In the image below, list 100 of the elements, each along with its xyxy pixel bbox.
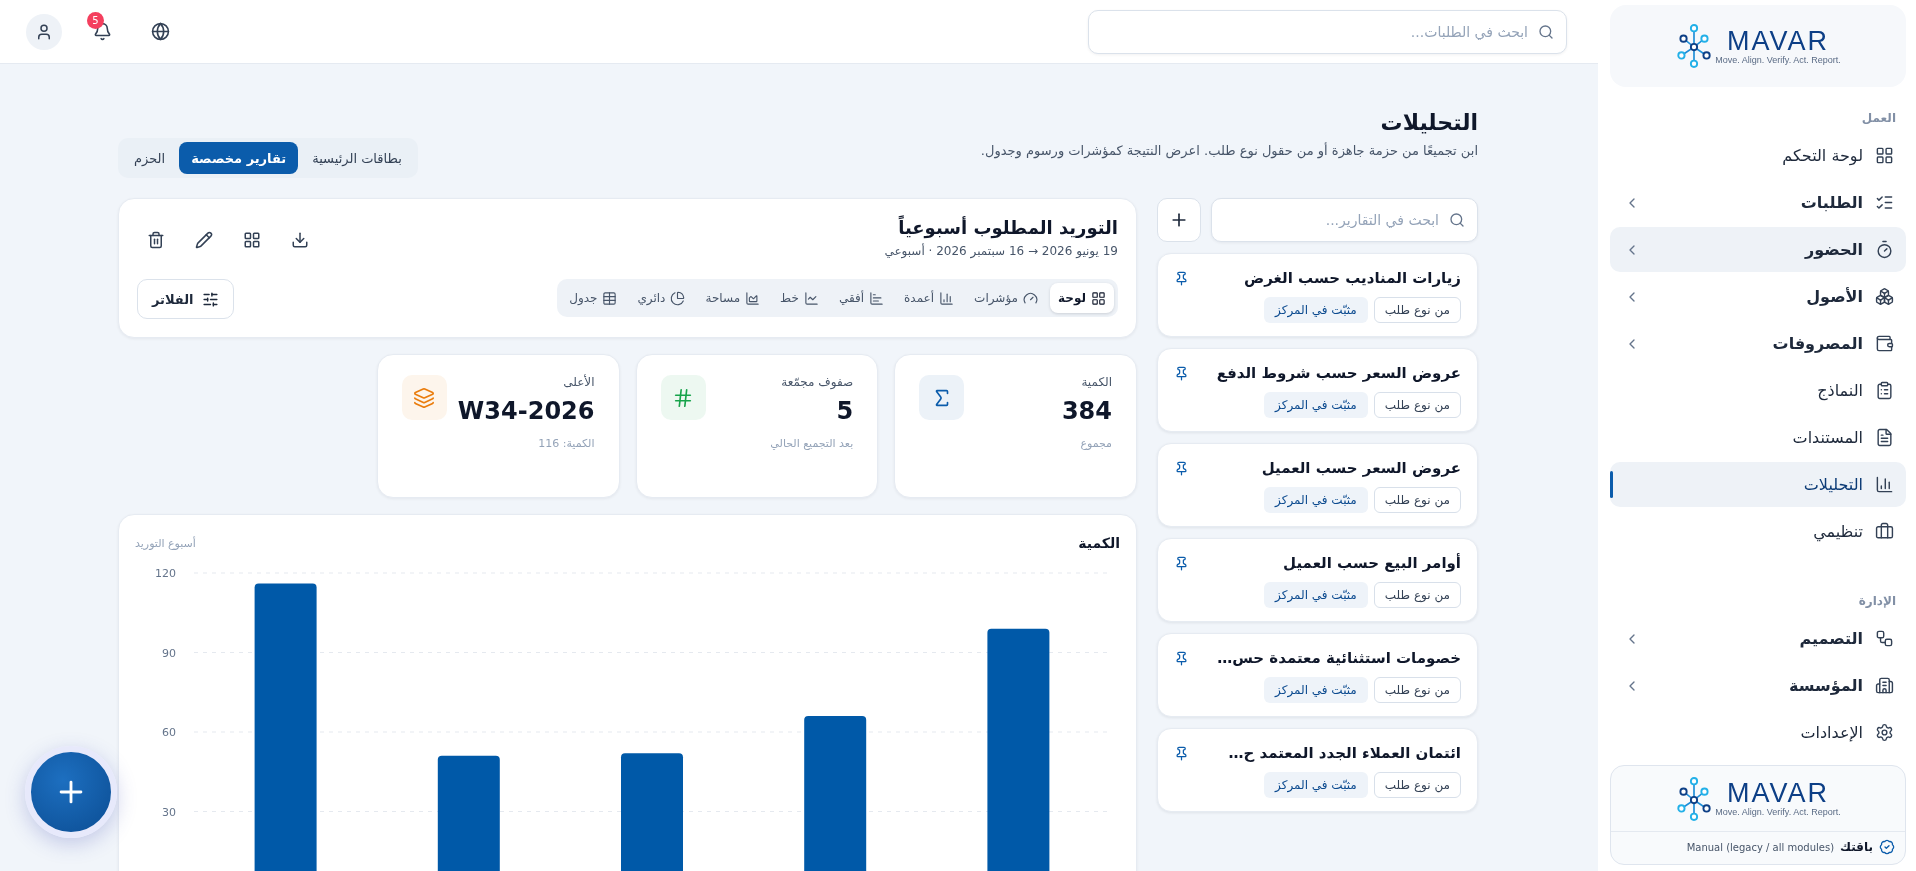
view-tab[interactable]: أفقي bbox=[830, 283, 893, 313]
report-title: خصومات استثنائية معتمدة حس… bbox=[1217, 649, 1461, 667]
filters-button[interactable]: الفلاتر bbox=[137, 279, 234, 319]
kpi-label: الكمية bbox=[1080, 375, 1112, 389]
notification-count: 5 bbox=[87, 11, 104, 29]
logo-wordmark: MAVAR bbox=[1727, 780, 1829, 807]
view-tab[interactable]: مساحة bbox=[697, 283, 769, 313]
add-fab[interactable] bbox=[25, 746, 117, 838]
kpi-value: 5 bbox=[835, 397, 854, 425]
nav-item[interactable]: تنظيمي bbox=[1610, 509, 1906, 554]
pie-chart-icon bbox=[670, 290, 686, 306]
document-icon bbox=[1875, 428, 1894, 447]
report-card[interactable]: عروض السعر حسب شروط الدفع من نوع طلب مثبّت في المركز bbox=[1157, 348, 1478, 432]
page-subtitle: ابن تجميعًا من حزمة جاهزة أو من حقول نوع طلب. اعرض النتيجة كمؤشرات ورسوم وجدول. bbox=[980, 143, 1478, 158]
report-tag: من نوع طلب bbox=[1373, 487, 1461, 513]
plan-value: Manual (legacy / all modules) bbox=[1686, 841, 1835, 853]
kpi-value: W34-2026 bbox=[457, 397, 595, 425]
page-title: التحليلات bbox=[1379, 110, 1478, 135]
view-tab[interactable]: لوحة bbox=[1050, 283, 1114, 313]
workflow-icon bbox=[1875, 629, 1894, 648]
clipboard-icon bbox=[1875, 381, 1894, 400]
report-tag: من نوع طلب bbox=[1373, 297, 1461, 323]
report-tag: مثبّت في المركز bbox=[1264, 582, 1368, 608]
nav-item[interactable]: التصميم bbox=[1610, 616, 1906, 661]
nav-item[interactable]: الأصول bbox=[1610, 274, 1906, 319]
timer-icon bbox=[1875, 240, 1894, 259]
nav-item[interactable]: الطلبات bbox=[1610, 180, 1906, 225]
report-card[interactable]: زيارات المناديب حسب الغرض من نوع طلب مثبّت في المركز bbox=[1157, 253, 1478, 337]
notifications-button[interactable]: 5 bbox=[84, 13, 120, 50]
nav-item[interactable]: الإعدادات bbox=[1610, 710, 1906, 755]
nav-item[interactable]: النماذج bbox=[1610, 368, 1906, 413]
report-tag: مثبّت في المركز bbox=[1264, 772, 1368, 798]
line-chart-icon bbox=[803, 290, 819, 306]
report-card[interactable]: ائتمان العملاء الجدد المعتمد ح… من نوع طلب مثبّت في المركز bbox=[1157, 728, 1478, 812]
section-title: العمل bbox=[1860, 110, 1897, 127]
kpi-label: صفوف مجمّعة bbox=[780, 375, 854, 389]
tab[interactable]: الحزم bbox=[122, 142, 178, 174]
report-tag: مثبّت في المركز bbox=[1264, 392, 1368, 418]
user-avatar[interactable] bbox=[26, 13, 62, 50]
report-heading: التوريد المطلوب أسبوعياً bbox=[897, 217, 1118, 238]
nav-item[interactable]: المصروفات bbox=[1610, 321, 1906, 366]
add-button[interactable] bbox=[1157, 198, 1201, 242]
briefcase-icon bbox=[1875, 522, 1894, 541]
report-title: عروض السعر حسب العميل bbox=[1261, 459, 1461, 477]
kpi-note: بعد التجميع الحالي bbox=[770, 437, 854, 450]
axis-tick-label: 30 bbox=[162, 805, 176, 819]
check-badge-icon bbox=[1879, 839, 1895, 855]
report-title: زيارات المناديب حسب الغرض bbox=[1244, 269, 1461, 287]
nav-item[interactable]: المؤسسة bbox=[1610, 663, 1906, 708]
tab[interactable]: تقارير مخصصة bbox=[179, 142, 299, 174]
bell-icon bbox=[92, 22, 112, 41]
pencil-icon bbox=[195, 231, 213, 249]
report-title: ائتمان العملاء الجدد المعتمد ح… bbox=[1228, 744, 1461, 762]
report-card[interactable]: أوامر البيع حسب العميل من نوع طلب مثبّت في المركز bbox=[1157, 538, 1478, 622]
report-card[interactable]: عروض السعر حسب العميل من نوع طلب مثبّت في المركز bbox=[1157, 443, 1478, 527]
report-card[interactable]: خصومات استثنائية معتمدة حس… من نوع طلب مثبّت في المركز bbox=[1157, 633, 1478, 717]
grid-icon bbox=[243, 231, 261, 249]
gauge-icon bbox=[1023, 290, 1039, 306]
axis-tick-label: 90 bbox=[162, 646, 176, 660]
report-tag: مثبّت في المركز bbox=[1264, 677, 1368, 703]
nav-item[interactable]: المستندات bbox=[1610, 415, 1906, 460]
nav-item[interactable]: الحضور bbox=[1610, 227, 1906, 272]
tab[interactable]: بطاقات الرئيسية bbox=[300, 142, 414, 174]
trash-icon bbox=[147, 231, 165, 249]
axis-tick-label: 120 bbox=[155, 567, 176, 580]
boxes-icon bbox=[1875, 287, 1894, 306]
grid-icon bbox=[1875, 146, 1894, 165]
search-field[interactable]: ابحث في الطلبات... bbox=[1088, 9, 1567, 54]
hash-icon bbox=[672, 386, 694, 409]
kpi-note: مجموع bbox=[1079, 437, 1112, 450]
settings-icon bbox=[1875, 723, 1894, 742]
logo-wordmark: MAVAR bbox=[1727, 27, 1829, 55]
report-title: عروض السعر حسب شروط الدفع bbox=[1216, 364, 1461, 382]
view-tab[interactable]: دائري bbox=[629, 283, 694, 313]
view-tab[interactable]: جدول bbox=[561, 283, 626, 313]
kpi-value: 384 bbox=[1061, 397, 1112, 425]
report-tag: مثبّت في المركز bbox=[1264, 487, 1368, 513]
section-title: الإدارة bbox=[1857, 593, 1897, 610]
sliders-icon bbox=[201, 290, 219, 308]
search-icon bbox=[1449, 212, 1465, 228]
search-icon bbox=[1538, 23, 1554, 40]
view-tab[interactable]: أعمدة bbox=[896, 283, 963, 313]
axis-title: أسبوع التوريد bbox=[135, 536, 196, 550]
kpi-note: الكمية: 116 bbox=[537, 437, 595, 450]
nav-item[interactable]: لوحة التحكم bbox=[1610, 133, 1906, 178]
globe-icon bbox=[150, 22, 170, 41]
view-tab[interactable]: مؤشرات bbox=[966, 283, 1047, 313]
layers-icon bbox=[413, 386, 436, 409]
area-chart-icon bbox=[745, 290, 761, 306]
plan-label: باقتك bbox=[1840, 840, 1873, 854]
report-tag: مثبّت في المركز bbox=[1264, 297, 1368, 323]
network-logo-icon bbox=[1675, 776, 1714, 821]
report-tag: من نوع طلب bbox=[1373, 392, 1461, 418]
logo-tagline: Move. Align. Verify. Act. Report. bbox=[1715, 54, 1841, 65]
horizontal-bars-icon bbox=[869, 290, 885, 306]
view-tab[interactable]: خط bbox=[772, 283, 827, 313]
report-search-field[interactable]: ابحث في التقارير... bbox=[1211, 198, 1478, 242]
user-icon bbox=[35, 22, 53, 41]
wallet-icon bbox=[1875, 334, 1894, 353]
nav-item[interactable]: التحليلات bbox=[1610, 462, 1906, 507]
